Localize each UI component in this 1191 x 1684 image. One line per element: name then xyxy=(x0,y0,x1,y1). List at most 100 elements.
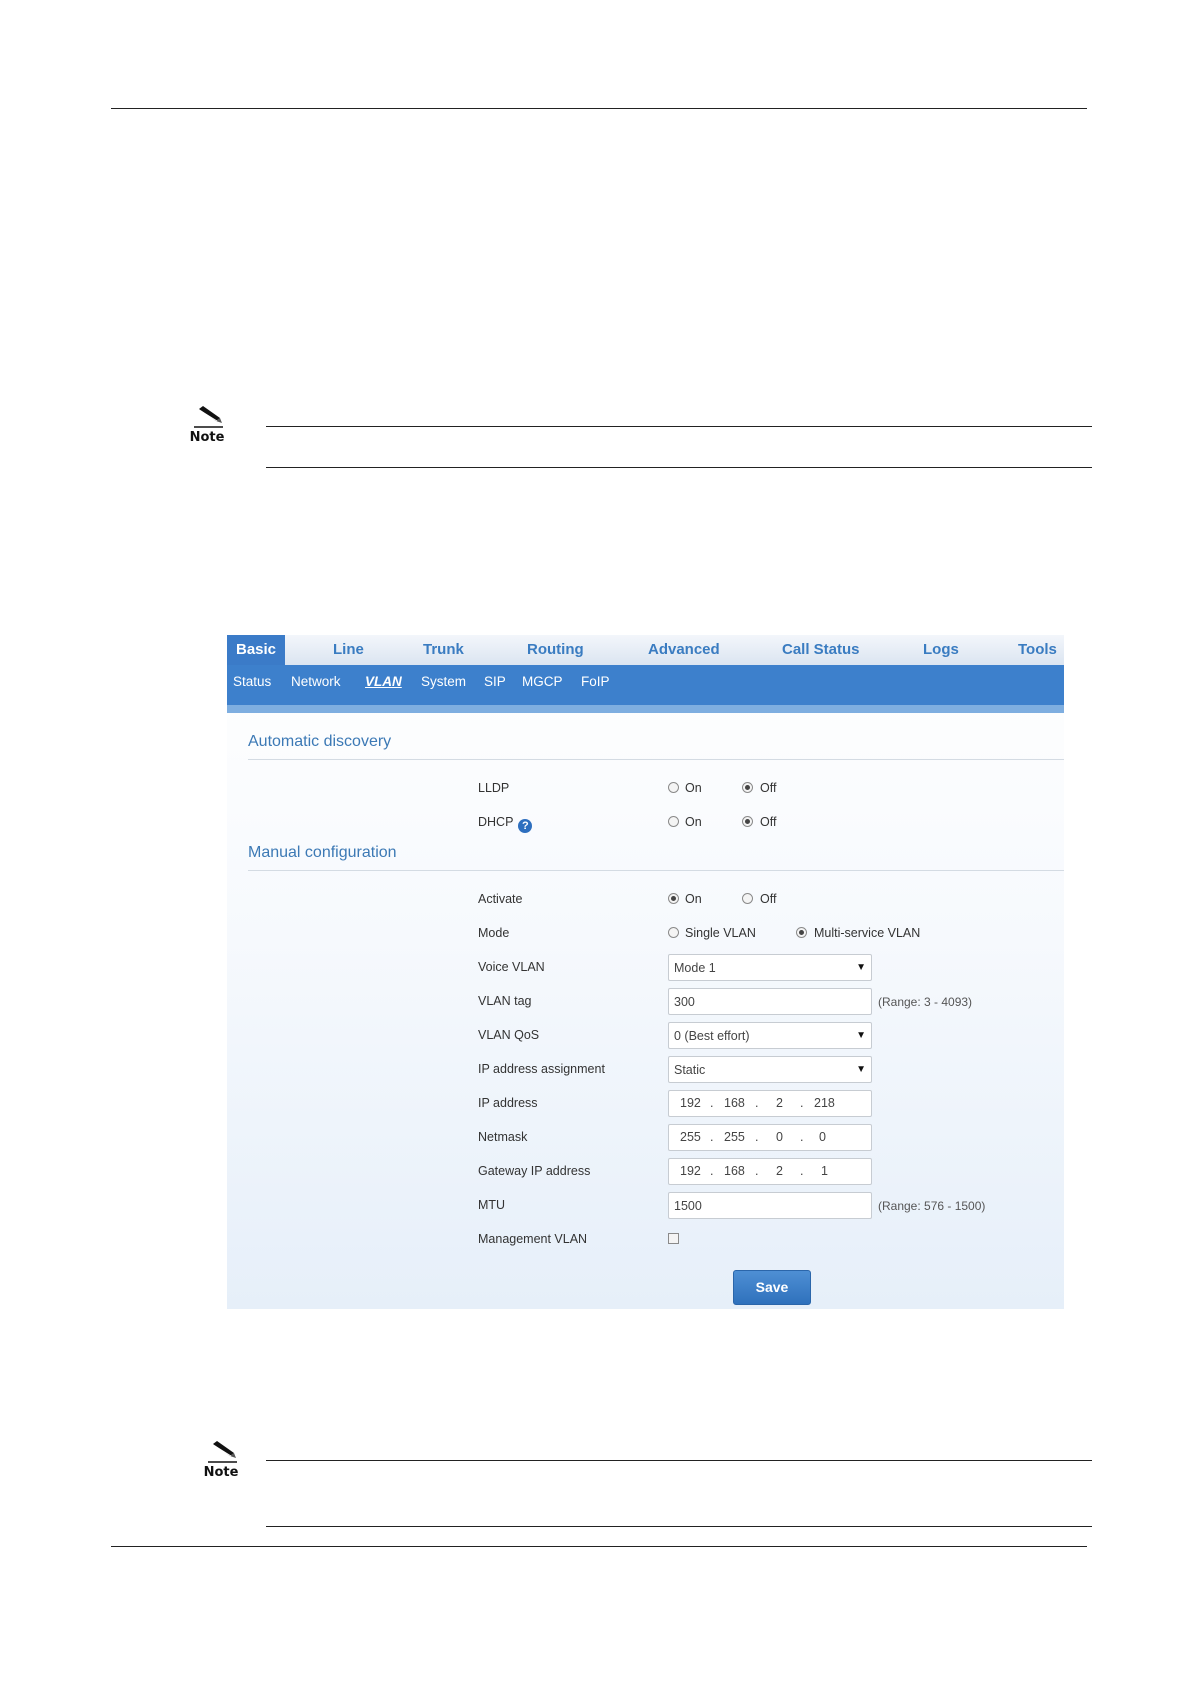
ip-dot: . xyxy=(800,1096,804,1110)
mode-label: Mode xyxy=(478,926,510,940)
subtab-sip[interactable]: SIP xyxy=(484,674,506,689)
dhcp-on-radio[interactable] xyxy=(668,816,679,827)
tab-basic[interactable]: Basic xyxy=(227,635,286,665)
ip-dot: . xyxy=(800,1164,804,1178)
netmask-input[interactable]: 255 . 255 . 0 . 0 xyxy=(668,1124,872,1151)
help-icon[interactable]: ? xyxy=(518,819,533,833)
tab-logs[interactable]: Logs xyxy=(923,635,959,665)
note-callout: Note xyxy=(198,1440,244,1480)
ip-dot: . xyxy=(710,1130,714,1144)
management-vlan-checkbox[interactable] xyxy=(668,1233,679,1244)
mtu-range: (Range: 576 - 1500) xyxy=(878,1199,986,1213)
vlan-qos-value: 0 (Best effort) xyxy=(674,1029,750,1043)
ip-address-input[interactable]: 192 . 168 . 2 . 218 xyxy=(668,1090,872,1117)
lldp-off-label: Off xyxy=(760,781,777,795)
subtab-status[interactable]: Status xyxy=(233,674,271,689)
dhcp-off-radio[interactable] xyxy=(742,816,753,827)
main-tab-bar: Basic Line Trunk Routing Advanced Call S… xyxy=(227,635,1064,665)
ip-assignment-select[interactable]: Static ▼ xyxy=(668,1056,872,1083)
section-divider xyxy=(248,759,1064,760)
mtu-value: 1500 xyxy=(674,1199,702,1213)
tab-routing[interactable]: Routing xyxy=(527,635,584,665)
lldp-on-label: On xyxy=(685,781,702,795)
section-title-automatic-discovery: Automatic discovery xyxy=(248,733,392,750)
note-rule-top xyxy=(266,426,1092,427)
dhcp-label: DHCP? xyxy=(478,815,533,833)
voice-vlan-select[interactable]: Mode 1 ▼ xyxy=(668,954,872,981)
vlan-config-screenshot: Basic Line Trunk Routing Advanced Call S… xyxy=(227,635,1064,1309)
ip-octet[interactable]: 2 xyxy=(776,1096,783,1110)
ip-octet[interactable]: 2 xyxy=(776,1164,783,1178)
dropdown-arrow-icon: ▼ xyxy=(856,962,866,973)
ip-octet[interactable]: 192 xyxy=(680,1164,701,1178)
dhcp-on-label: On xyxy=(685,815,702,829)
ip-octet[interactable]: 255 xyxy=(680,1130,701,1144)
gateway-input[interactable]: 192 . 168 . 2 . 1 xyxy=(668,1158,872,1185)
vlan-tag-range: (Range: 3 - 4093) xyxy=(878,995,973,1009)
activate-on-label: On xyxy=(685,892,702,906)
footer-rule xyxy=(111,1546,1087,1547)
ip-octet[interactable]: 0 xyxy=(819,1130,826,1144)
ip-octet[interactable]: 255 xyxy=(724,1130,745,1144)
activate-label: Activate xyxy=(478,892,523,906)
single-vlan-label: Single VLAN xyxy=(685,926,756,940)
pencil-note-icon xyxy=(194,406,223,428)
note-rule-top xyxy=(266,1460,1092,1461)
vlan-qos-label: VLAN QoS xyxy=(478,1028,540,1042)
tab-trunk[interactable]: Trunk xyxy=(423,635,464,665)
tab-line[interactable]: Line xyxy=(333,635,364,665)
tab-call-status[interactable]: Call Status xyxy=(782,635,860,665)
tab-advanced[interactable]: Advanced xyxy=(648,635,720,665)
ip-dot: . xyxy=(800,1130,804,1144)
ip-octet[interactable]: 1 xyxy=(821,1164,828,1178)
ip-octet[interactable]: 218 xyxy=(814,1096,835,1110)
vlan-tag-value: 300 xyxy=(674,995,695,1009)
subtab-system[interactable]: System xyxy=(421,674,466,689)
mtu-input[interactable]: 1500 xyxy=(668,1192,872,1219)
subtab-mgcp[interactable]: MGCP xyxy=(522,674,563,689)
header-rule xyxy=(111,108,1087,109)
lldp-off-radio[interactable] xyxy=(742,782,753,793)
note-rule-bottom xyxy=(266,467,1092,468)
voice-vlan-value: Mode 1 xyxy=(674,961,716,975)
gateway-label: Gateway IP address xyxy=(478,1164,591,1178)
ip-octet[interactable]: 168 xyxy=(724,1096,745,1110)
vlan-qos-select[interactable]: 0 (Best effort) ▼ xyxy=(668,1022,872,1049)
ip-address-label: IP address xyxy=(478,1096,538,1110)
netmask-label: Netmask xyxy=(478,1130,528,1144)
dropdown-arrow-icon: ▼ xyxy=(856,1064,866,1075)
dropdown-arrow-icon: ▼ xyxy=(856,1030,866,1041)
ip-assignment-value: Static xyxy=(674,1063,706,1077)
vlan-tag-input[interactable]: 300 xyxy=(668,988,872,1015)
voice-vlan-label: Voice VLAN xyxy=(478,960,545,974)
dhcp-off-label: Off xyxy=(760,815,777,829)
mtu-label: MTU xyxy=(478,1198,506,1212)
activate-off-radio[interactable] xyxy=(742,893,753,904)
multi-service-vlan-radio[interactable] xyxy=(796,927,807,938)
activate-off-label: Off xyxy=(760,892,777,906)
ip-dot: . xyxy=(710,1096,714,1110)
note-label: Note xyxy=(203,1465,239,1480)
note-label: Note xyxy=(189,430,225,445)
save-button[interactable]: Save xyxy=(733,1270,811,1305)
subtab-network[interactable]: Network xyxy=(291,674,341,689)
dhcp-label-text: DHCP xyxy=(478,815,514,829)
lldp-on-radio[interactable] xyxy=(668,782,679,793)
ip-dot: . xyxy=(755,1096,759,1110)
pencil-note-icon xyxy=(208,1441,237,1463)
multi-service-vlan-label: Multi-service VLAN xyxy=(814,926,921,940)
ip-dot: . xyxy=(755,1164,759,1178)
ip-dot: . xyxy=(755,1130,759,1144)
subtab-foip[interactable]: FoIP xyxy=(581,674,610,689)
ip-dot: . xyxy=(710,1164,714,1178)
activate-on-radio[interactable] xyxy=(668,893,679,904)
lldp-label: LLDP xyxy=(478,781,510,795)
tab-tools[interactable]: Tools xyxy=(1018,635,1057,665)
note-rule-bottom xyxy=(266,1526,1092,1527)
ip-octet[interactable]: 0 xyxy=(776,1130,783,1144)
ip-octet[interactable]: 168 xyxy=(724,1164,745,1178)
subtab-vlan[interactable]: VLAN xyxy=(365,674,402,689)
single-vlan-radio[interactable] xyxy=(668,927,679,938)
ip-assignment-label: IP address assignment xyxy=(478,1062,605,1076)
ip-octet[interactable]: 192 xyxy=(680,1096,701,1110)
